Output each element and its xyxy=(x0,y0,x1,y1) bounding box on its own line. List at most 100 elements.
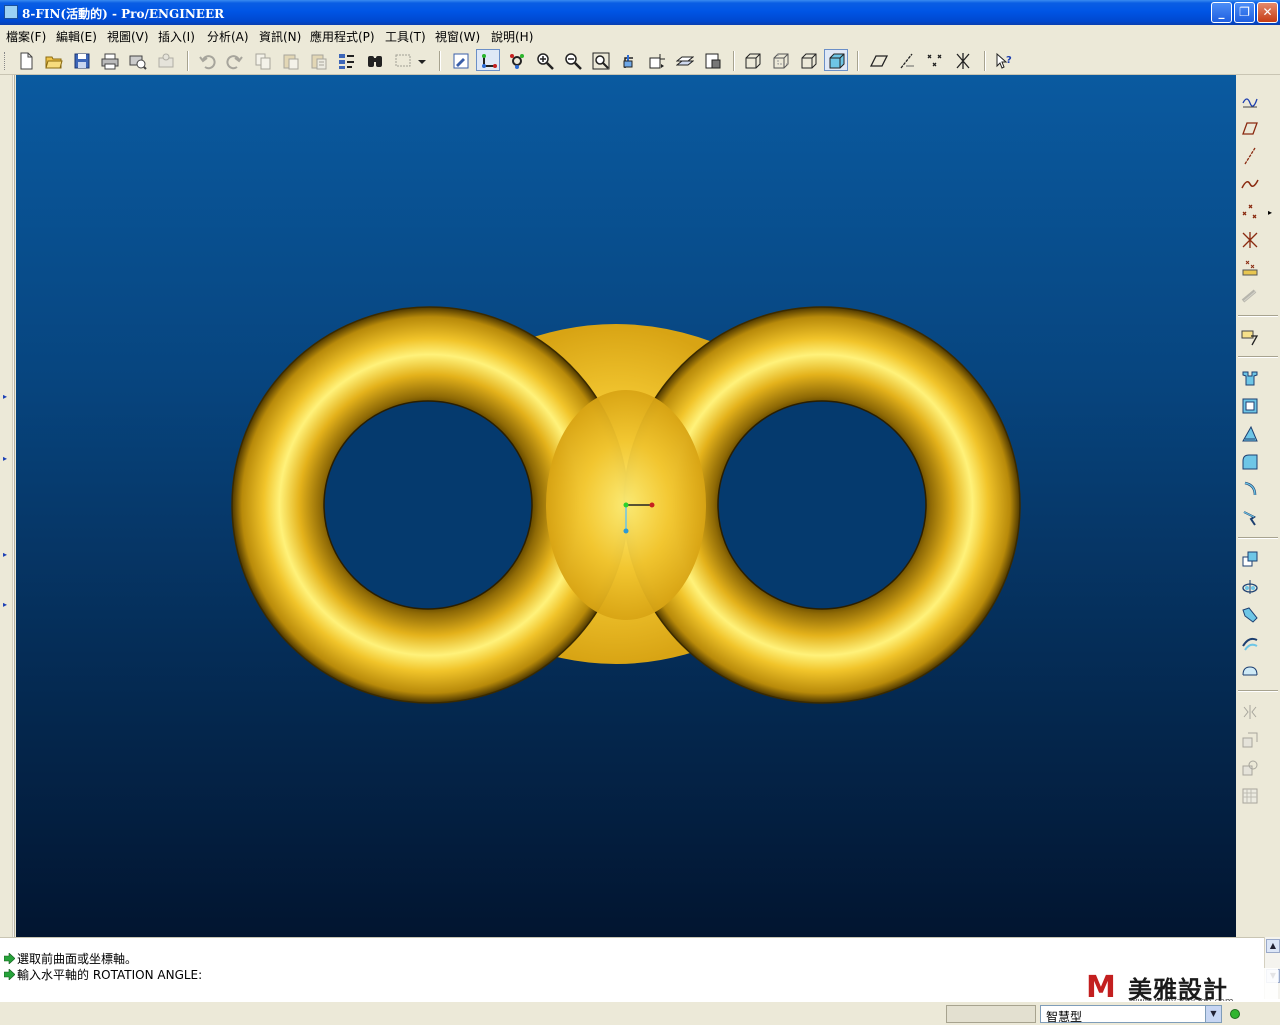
expand-arrow-icon[interactable]: ▸ xyxy=(3,393,9,401)
model-right-hole xyxy=(717,400,927,610)
wireframe-icon[interactable] xyxy=(740,49,764,71)
context-help-icon[interactable]: ? xyxy=(991,49,1015,71)
hidden-line-icon[interactable] xyxy=(768,49,792,71)
extrude-icon[interactable] xyxy=(1238,366,1262,390)
find-icon[interactable] xyxy=(362,49,386,71)
hole-icon[interactable] xyxy=(1238,575,1262,599)
toolbar-separator xyxy=(1238,690,1278,692)
undo-icon[interactable] xyxy=(194,49,218,71)
graphics-window[interactable] xyxy=(16,75,1236,937)
prompt-arrow-icon xyxy=(4,969,15,980)
datum-points-icon[interactable] xyxy=(922,49,946,71)
zoom-out-icon[interactable] xyxy=(560,49,584,71)
model-setup-icon[interactable] xyxy=(700,49,724,71)
message-text: 輸入水平軸的 ROTATION ANGLE: xyxy=(17,968,203,982)
menu-view[interactable]: 視圖(V) xyxy=(107,28,149,45)
datum-plane-icon[interactable] xyxy=(1238,116,1262,140)
print-preview-icon[interactable] xyxy=(125,49,149,71)
zoom-in-icon[interactable] xyxy=(532,49,556,71)
rib-icon[interactable] xyxy=(1238,506,1262,530)
datum-point-icon[interactable] xyxy=(1238,200,1262,224)
flyout-arrow-icon[interactable]: ▸ xyxy=(1268,208,1272,217)
shell-icon[interactable] xyxy=(1238,547,1262,571)
chamfer-icon[interactable] xyxy=(1238,478,1262,502)
model-tree-collapsed-edge[interactable] xyxy=(12,75,15,937)
print-icon[interactable] xyxy=(97,49,121,71)
email-icon[interactable] xyxy=(153,49,177,71)
message-line: 選取前曲面或坐標軸。 xyxy=(4,950,137,967)
selection-filter[interactable]: 智慧型 ▼ xyxy=(1040,1005,1222,1024)
chevron-down-icon[interactable]: ▼ xyxy=(1205,1006,1221,1022)
redo-icon[interactable] xyxy=(222,49,246,71)
dropdown-icon[interactable] xyxy=(414,49,428,71)
no-hidden-icon[interactable] xyxy=(796,49,820,71)
expand-arrow-icon[interactable]: ▸ xyxy=(3,601,9,609)
layers-icon[interactable] xyxy=(672,49,696,71)
merge-icon[interactable] xyxy=(1238,756,1262,780)
status-bar: 智慧型 ▼ xyxy=(0,1001,1280,1024)
blend-icon[interactable] xyxy=(1238,659,1262,683)
datum-axis-icon[interactable] xyxy=(1238,144,1262,168)
menu-file[interactable]: 檔案(F) xyxy=(6,28,46,45)
toolbar-separator xyxy=(1238,356,1278,358)
round-icon[interactable] xyxy=(1238,450,1262,474)
datum-flyout-icon[interactable] xyxy=(1238,284,1262,308)
revolve-icon[interactable] xyxy=(1238,394,1262,418)
reorient-icon[interactable] xyxy=(616,49,640,71)
spin-center-icon[interactable] xyxy=(476,49,500,71)
app-icon xyxy=(4,5,18,19)
menu-insert[interactable]: 插入(I) xyxy=(158,28,195,45)
mirror-icon[interactable] xyxy=(1238,728,1262,752)
sketch-datum-curve-icon[interactable] xyxy=(1238,88,1262,112)
toolbar-grip[interactable] xyxy=(4,52,7,70)
datum-planes-icon[interactable] xyxy=(866,49,890,71)
datum-axes-icon[interactable] xyxy=(894,49,918,71)
status-field xyxy=(946,1005,1036,1023)
save-icon[interactable] xyxy=(69,49,93,71)
copy-icon[interactable] xyxy=(250,49,274,71)
select-box-icon[interactable] xyxy=(390,49,414,71)
regenerate-icon[interactable] xyxy=(334,49,358,71)
open-file-icon[interactable] xyxy=(41,49,65,71)
repaint-icon[interactable] xyxy=(448,49,472,71)
coordinate-systems-icon[interactable] xyxy=(950,49,974,71)
menu-tools[interactable]: 工具(T) xyxy=(385,28,426,45)
shading-icon[interactable] xyxy=(824,49,848,71)
sweep-icon[interactable] xyxy=(1238,631,1262,655)
main-toolbar xyxy=(0,46,1280,75)
close-button[interactable]: ✕ xyxy=(1257,2,1278,23)
selection-filter-value: 智慧型 xyxy=(1046,1010,1083,1024)
analysis-feature-icon[interactable] xyxy=(1238,256,1262,280)
paste-icon[interactable] xyxy=(278,49,302,71)
maximize-button[interactable]: ❐ xyxy=(1234,2,1255,23)
toolbar-separator xyxy=(733,51,735,71)
title-bar: 8-FIN(活動的) - Pro/ENGINEER _ ❐ ✕ xyxy=(0,0,1280,25)
paste-special-icon[interactable] xyxy=(306,49,330,71)
sketch-tool-icon[interactable] xyxy=(1238,325,1262,349)
new-file-icon[interactable] xyxy=(13,49,37,71)
datum-curve-icon[interactable] xyxy=(1238,172,1262,196)
pattern-icon[interactable] xyxy=(1238,603,1262,627)
minimize-button[interactable]: _ xyxy=(1211,2,1232,23)
model-viewport xyxy=(231,306,1021,704)
menu-bar: 檔案(F) 編輯(E) 視圖(V) 插入(I) 分析(A) 資訊(N) 應用程式… xyxy=(0,25,1280,46)
expand-arrow-icon[interactable]: ▸ xyxy=(3,455,9,463)
expand-arrow-icon[interactable]: ▸ xyxy=(3,551,9,559)
datum-coordinate-system-icon[interactable] xyxy=(1238,228,1262,252)
boundary-blend-icon[interactable] xyxy=(1238,700,1262,724)
menu-analysis[interactable]: 分析(A) xyxy=(207,28,249,45)
trim-icon[interactable] xyxy=(1238,784,1262,808)
status-light-icon xyxy=(1230,1009,1240,1019)
menu-window[interactable]: 視窗(W) xyxy=(435,28,480,45)
menu-applications[interactable]: 應用程式(P) xyxy=(310,28,375,45)
message-text: 選取前曲面或坐標軸。 xyxy=(17,952,138,966)
menu-help[interactable]: 說明(H) xyxy=(491,28,533,45)
menu-edit[interactable]: 編輯(E) xyxy=(56,28,97,45)
scroll-up-button[interactable]: ▲ xyxy=(1266,939,1280,953)
menu-info[interactable]: 資訊(N) xyxy=(259,28,301,45)
saved-views-icon[interactable] xyxy=(644,49,668,71)
toolbar-separator xyxy=(439,51,441,71)
draft-icon[interactable] xyxy=(1238,422,1262,446)
orient-mode-icon[interactable] xyxy=(504,49,528,71)
refit-icon[interactable] xyxy=(588,49,612,71)
